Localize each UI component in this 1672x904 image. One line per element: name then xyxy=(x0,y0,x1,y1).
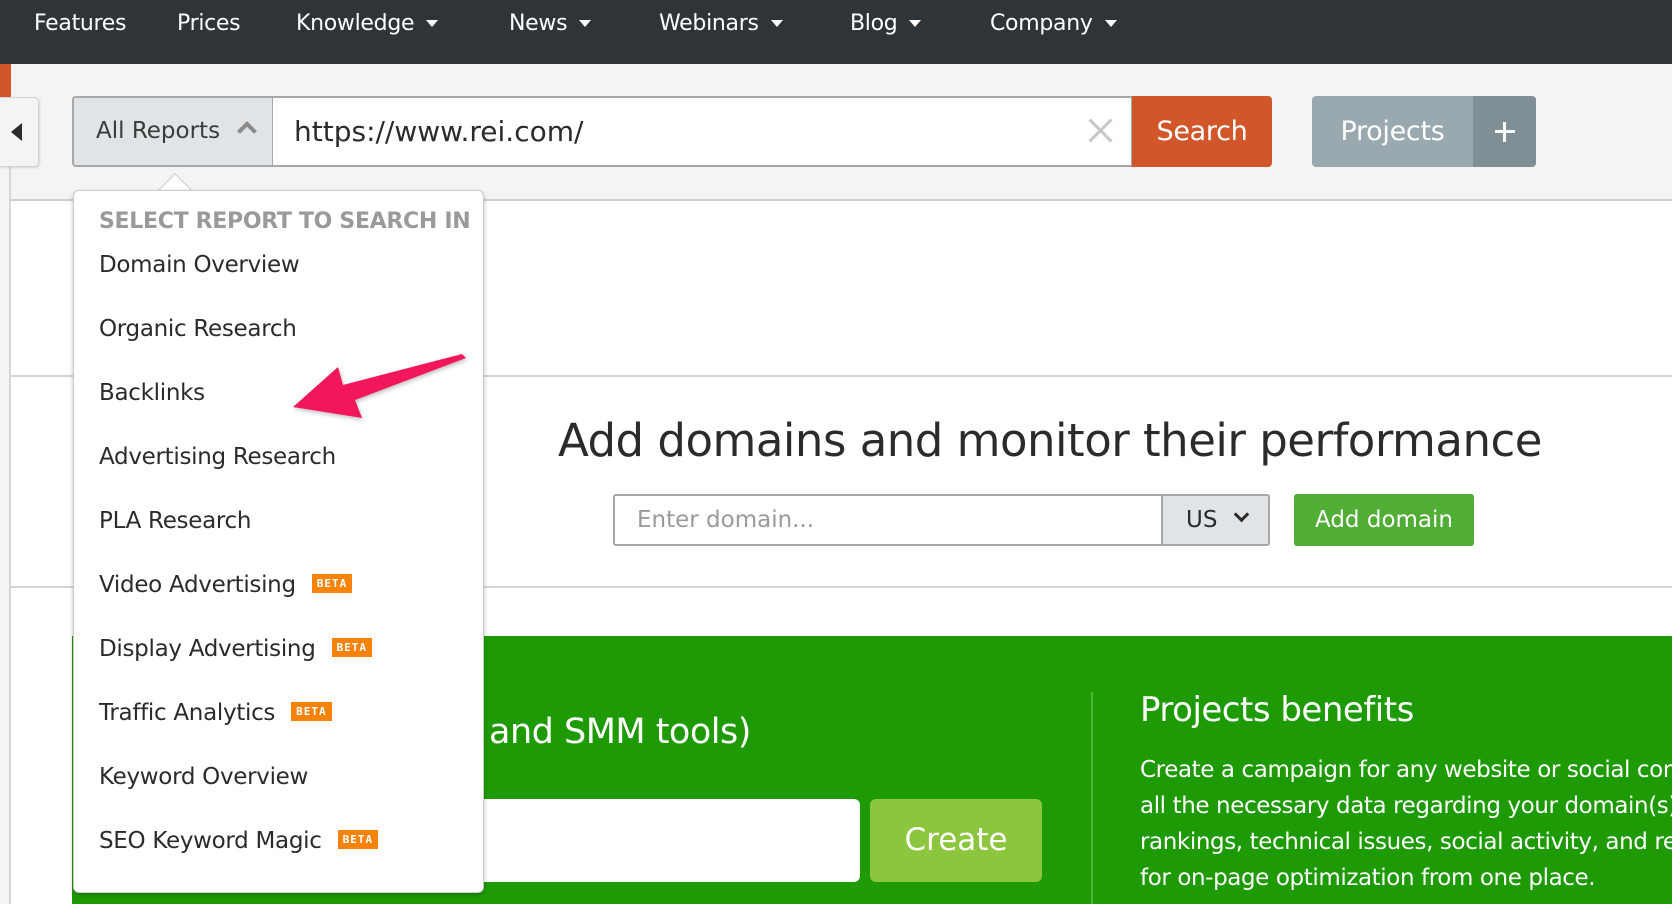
beta-badge: BETA xyxy=(331,638,372,657)
clear-input-icon[interactable] xyxy=(1085,115,1117,147)
beta-badge: BETA xyxy=(291,702,332,721)
annotation-arrow-icon xyxy=(293,354,466,418)
panel-divider xyxy=(1091,692,1093,904)
add-domain-button[interactable]: Add domain xyxy=(1294,494,1474,546)
nav-label: Knowledge xyxy=(296,11,415,36)
menu-item-label: Video Advertising xyxy=(99,572,296,598)
caret-down-icon xyxy=(579,19,592,27)
menu-item-label: Backlinks xyxy=(99,380,205,406)
report-select-label: All Reports xyxy=(96,118,221,144)
menu-item-advertising-research[interactable]: Advertising Research xyxy=(99,444,336,470)
menu-item-video-advertising[interactable]: Video Advertising BETA xyxy=(99,572,353,598)
beta-badge: BETA xyxy=(311,574,353,593)
benefits-line: for on-page optimization from one place. xyxy=(1140,865,1596,891)
create-project-button[interactable]: Create xyxy=(870,799,1042,882)
nav-label: Prices xyxy=(177,11,241,36)
top-nav: Features Prices Knowledge News Webinars … xyxy=(0,0,1672,64)
nav-webinars[interactable]: Webinars xyxy=(659,0,783,48)
nav-prices[interactable]: Prices xyxy=(177,0,241,48)
nav-label: Webinars xyxy=(659,11,759,36)
nav-label: Blog xyxy=(850,11,898,36)
triangle-left-icon xyxy=(11,123,22,141)
create-project-title: and SMM tools) xyxy=(489,712,751,752)
menu-item-label: Advertising Research xyxy=(99,444,336,470)
chevron-up-icon xyxy=(237,121,257,141)
menu-item-pla-research[interactable]: PLA Research xyxy=(99,508,251,534)
enter-domain-input[interactable] xyxy=(613,494,1162,546)
domain-search-input[interactable] xyxy=(273,96,1133,167)
add-domains-heading: Add domains and monitor their performanc… xyxy=(558,414,1542,467)
search-button[interactable]: Search xyxy=(1132,96,1272,167)
menu-item-label: SEO Keyword Magic xyxy=(99,828,322,854)
menu-item-label: Display Advertising xyxy=(99,636,316,662)
menu-item-display-advertising[interactable]: Display Advertising BETA xyxy=(99,636,372,662)
menu-item-label: Organic Research xyxy=(99,316,297,342)
dropdown-title: SELECT REPORT TO SEARCH IN xyxy=(99,209,471,234)
report-dropdown-menu: SELECT REPORT TO SEARCH IN Domain Overvi… xyxy=(73,190,484,893)
sidebar-rail xyxy=(0,140,11,904)
menu-item-keyword-overview[interactable]: Keyword Overview xyxy=(99,764,308,790)
benefits-line: all the necessary data regarding your do… xyxy=(1140,793,1672,819)
menu-item-traffic-analytics[interactable]: Traffic Analytics BETA xyxy=(99,700,332,726)
menu-item-label: PLA Research xyxy=(99,508,252,534)
projects-benefits-text: Create a campaign for any website or soc… xyxy=(1140,752,1672,896)
nav-label: News xyxy=(509,11,568,36)
caret-down-icon xyxy=(426,19,439,27)
report-type-select[interactable]: All Reports xyxy=(72,96,274,167)
nav-features[interactable]: Features xyxy=(34,0,127,48)
nav-knowledge[interactable]: Knowledge xyxy=(296,0,439,48)
chevron-down-icon xyxy=(1233,506,1250,523)
projects-button[interactable]: Projects xyxy=(1312,96,1473,167)
caret-down-icon xyxy=(909,19,922,27)
menu-item-domain-overview[interactable]: Domain Overview xyxy=(99,252,300,278)
country-value: US xyxy=(1186,507,1218,533)
nav-company[interactable]: Company xyxy=(990,0,1117,48)
nav-label: Features xyxy=(34,11,127,36)
menu-item-seo-keyword-magic[interactable]: SEO Keyword Magic BETA xyxy=(99,828,379,854)
menu-item-label: Traffic Analytics xyxy=(99,700,276,726)
project-domain-input[interactable] xyxy=(420,799,860,882)
caret-down-icon xyxy=(1104,19,1117,27)
menu-item-backlinks[interactable]: Backlinks xyxy=(99,380,205,406)
nav-news[interactable]: News xyxy=(509,0,592,48)
menu-item-label: Keyword Overview xyxy=(99,764,309,790)
sidebar-toggle-button[interactable] xyxy=(0,97,39,167)
benefits-line: rankings, technical issues, social activ… xyxy=(1140,829,1672,855)
beta-badge: BETA xyxy=(337,830,379,849)
nav-blog[interactable]: Blog xyxy=(850,0,922,48)
menu-item-organic-research[interactable]: Organic Research xyxy=(99,316,297,342)
benefits-line: Create a campaign for any website or soc… xyxy=(1140,757,1672,783)
projects-benefits-title: Projects benefits xyxy=(1140,690,1414,730)
nav-label: Company xyxy=(990,11,1093,36)
menu-item-label: Domain Overview xyxy=(99,252,300,278)
country-select[interactable]: US xyxy=(1161,494,1270,546)
add-project-button[interactable] xyxy=(1473,96,1536,167)
caret-down-icon xyxy=(770,19,783,27)
